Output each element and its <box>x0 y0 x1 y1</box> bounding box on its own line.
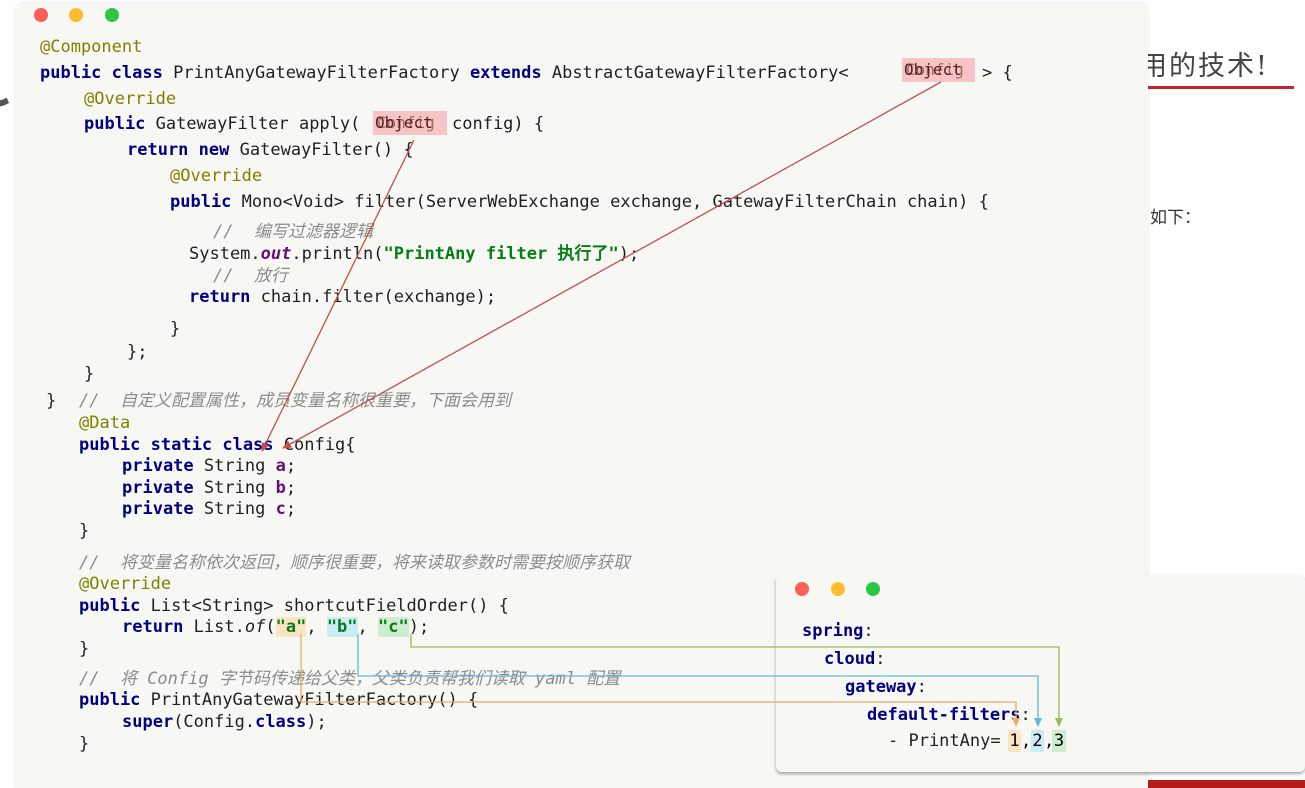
object-type-badge: Config Object <box>373 111 447 135</box>
yaml-default-filters-key: default-filters: <box>867 705 1031 725</box>
string-a: "a" <box>275 617 307 637</box>
yaml-gateway-key: gateway: <box>845 677 927 697</box>
close-window-icon[interactable] <box>34 8 48 22</box>
constructor-signature: public PrintAnyGatewayFilterFactory() { <box>79 690 479 710</box>
override-annotation: @Override <box>79 574 172 594</box>
closing-brace: } <box>79 639 90 659</box>
yaml-spring-key: spring: <box>802 621 874 641</box>
maximize-window-icon[interactable] <box>866 582 880 596</box>
background-heading: 用的技术! <box>1140 51 1269 82</box>
yaml-comma: , <box>1021 731 1032 751</box>
data-annotation: @Data <box>79 413 131 433</box>
closing-brace: } <box>46 391 57 411</box>
yaml-value-1: 1 <box>1008 730 1021 752</box>
yaml-value-2: 2 <box>1031 730 1044 752</box>
class-declaration-line: public class PrintAnyGatewayFilterFactor… <box>40 63 849 83</box>
comment-pass-config-to-parent: // 将 Config 字节码传递给父类，父类负责帮我们读取 yaml 配置 <box>79 669 621 689</box>
code-window-titlebar <box>15 3 1148 29</box>
apply-method-signature-end: config) { <box>452 114 545 134</box>
yaml-window: spring: cloud: gateway: default-filters:… <box>776 575 1305 772</box>
return-list-of-line: return List.of("a", "b", "c"); <box>122 617 430 637</box>
class-declaration-end: > { <box>982 63 1013 83</box>
config-class-declaration: public static class Config{ <box>79 435 356 455</box>
maximize-window-icon[interactable] <box>105 8 119 22</box>
comment-pass: // 放行 <box>213 266 288 286</box>
override-annotation: @Override <box>170 166 263 186</box>
println-line: System.out.println("PrintAny filter 执行了"… <box>189 244 640 264</box>
field-c-declaration: private String c; <box>122 499 297 519</box>
closing-brace: } <box>79 734 90 754</box>
minimize-window-icon[interactable] <box>831 582 845 596</box>
super-call-line: super(Config.class); <box>122 712 327 732</box>
closing-brace-semicolon: }; <box>127 342 148 362</box>
close-window-icon[interactable] <box>795 582 809 596</box>
minimize-window-icon[interactable] <box>69 8 83 22</box>
closing-brace: } <box>79 521 90 541</box>
field-a-declaration: private String a; <box>122 456 297 476</box>
comment-write-filter-logic: // 编写过滤器逻辑 <box>213 222 373 242</box>
apply-method-signature: public GatewayFilter apply( <box>84 114 361 134</box>
yaml-printany-item: - PrintAny= <box>888 731 1001 751</box>
background-heading-underline <box>1148 86 1294 89</box>
string-c: "c" <box>378 617 409 637</box>
return-new-gatewayfilter-line: return new GatewayFilter() { <box>127 140 414 160</box>
return-chain-line: return chain.filter(exchange); <box>189 287 497 307</box>
comment-config-properties: // 自定义配置属性，成员变量名称很重要，下面会用到 <box>79 391 511 411</box>
yaml-value-3: 3 <box>1052 730 1066 752</box>
background-text: 如下： <box>1150 208 1201 228</box>
yaml-cloud-key: cloud: <box>824 649 886 669</box>
shortcut-field-order-signature: public List<String> shortcutFieldOrder()… <box>79 596 509 616</box>
background-bottom-bar <box>1148 780 1305 788</box>
yaml-comma: , <box>1044 731 1055 751</box>
comment-field-order: // 将变量名称依次返回，顺序很重要，将来读取参数时需要按顺序获取 <box>79 553 630 573</box>
override-annotation: @Override <box>84 89 177 109</box>
string-b: "b" <box>326 617 358 637</box>
closing-brace: } <box>170 319 181 339</box>
field-b-declaration: private String b; <box>122 478 297 498</box>
object-type-badge: Config Object <box>902 58 975 82</box>
closing-brace: } <box>84 364 95 384</box>
component-annotation: @Component <box>40 37 143 57</box>
filter-method-signature: public Mono<Void> filter(ServerWebExchan… <box>170 192 989 212</box>
